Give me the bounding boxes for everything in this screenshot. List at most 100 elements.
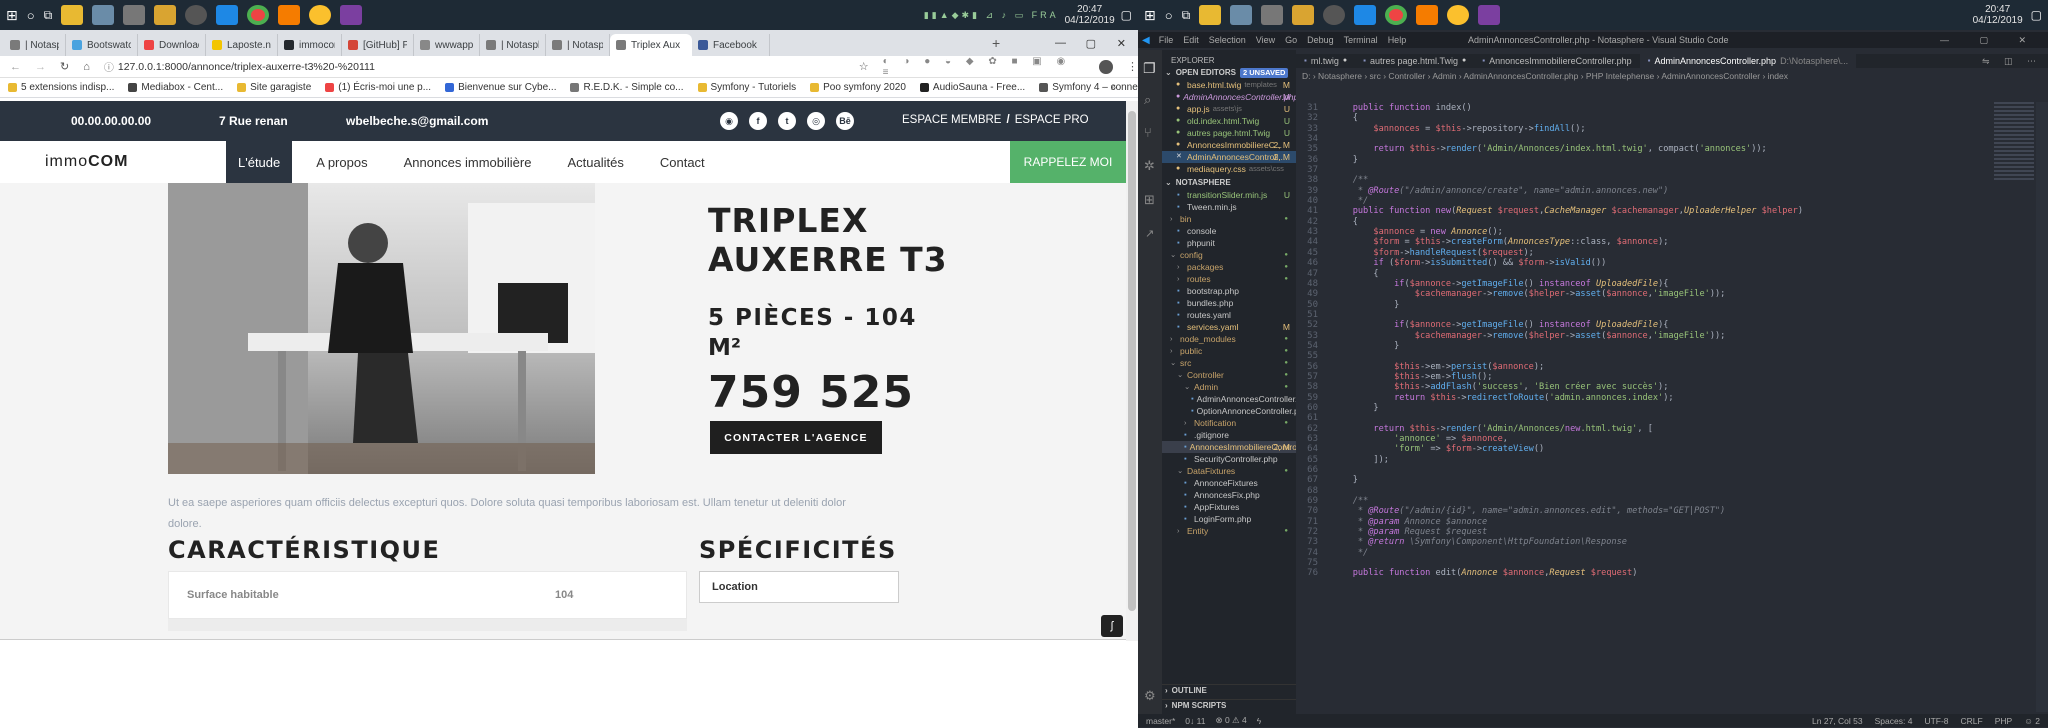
new-tab-icon[interactable]: +: [992, 35, 1000, 51]
menu-item[interactable]: Debug: [1307, 35, 1334, 45]
tree-item[interactable]: ▪ console: [1162, 225, 1296, 237]
source-control-icon[interactable]: ⑂: [1144, 125, 1152, 140]
debug-icon[interactable]: ✲: [1144, 158, 1155, 174]
open-editor-item[interactable]: ● AnnoncesImmobiliereC... 2, M: [1162, 139, 1296, 151]
remote-icon[interactable]: ↗: [1145, 227, 1154, 240]
menu-item[interactable]: Selection: [1209, 35, 1246, 45]
file-explorer-icon-2[interactable]: [1199, 5, 1222, 25]
app-icon-8[interactable]: [1478, 5, 1501, 25]
editor-actions-icons[interactable]: ⇋ ◫ ⋯: [1982, 56, 2042, 67]
menu-item[interactable]: Help: [1388, 35, 1407, 45]
settings-gear-icon[interactable]: ⚙: [1144, 688, 1156, 704]
tree-item[interactable]: ▪ bootstrap.php: [1162, 285, 1296, 297]
menu-item[interactable]: View: [1256, 35, 1275, 45]
browser-tab[interactable]: | Notasphe: [480, 34, 546, 56]
nav-item-annonces[interactable]: Annonces immobilière: [392, 141, 544, 183]
app-icon-4[interactable]: [340, 5, 363, 25]
bookmark-item[interactable]: Mediabox - Cent...: [128, 82, 223, 93]
nav-item-apropos[interactable]: A propos: [304, 141, 379, 183]
tree-item[interactable]: ▪ AppFixtures: [1162, 501, 1296, 513]
outline-header[interactable]: › OUTLINE: [1162, 684, 1296, 696]
tree-item[interactable]: ⌄ config ●: [1162, 249, 1296, 261]
task-view-icon-2[interactable]: ⧉: [1182, 8, 1191, 23]
app-icon-7[interactable]: [1416, 5, 1439, 25]
tree-item[interactable]: ⌄ DataFixtures ●: [1162, 465, 1296, 477]
clock-2[interactable]: 20:47 04/12/2019: [1973, 4, 2023, 26]
extensions-icon[interactable]: ⊞: [1144, 192, 1155, 208]
tree-item[interactable]: ▪ phpunit: [1162, 237, 1296, 249]
notification-icon[interactable]: ▢: [1121, 8, 1132, 22]
bookmark-item[interactable]: Symfony - Tutoriels: [697, 82, 796, 93]
menu-item[interactable]: Go: [1285, 35, 1297, 45]
home-icon[interactable]: ⌂: [83, 61, 90, 73]
tree-item[interactable]: ▪AdminAnnoncesController.php: [1162, 393, 1296, 405]
vscode-icon-2[interactable]: [1354, 5, 1377, 25]
tree-item[interactable]: › node_modules ●: [1162, 333, 1296, 345]
browser-tab[interactable]: wwwapps: [414, 34, 480, 56]
more-bookmarks-icon[interactable]: »: [1110, 82, 1116, 93]
tree-item[interactable]: ▪ AnnonceFixtures: [1162, 477, 1296, 489]
project-header[interactable]: ⌄ NOTASPHERE: [1162, 177, 1296, 189]
clock[interactable]: 20:47 04/12/2019: [1065, 4, 1115, 26]
menu-item[interactable]: File: [1159, 35, 1174, 45]
explorer-activity-icon[interactable]: ❐: [1143, 60, 1156, 77]
bookmark-item[interactable]: Site garagiste: [237, 82, 311, 93]
code-editor[interactable]: 31 public function index() 32 {33 $annonc…: [1296, 102, 2048, 712]
app-icon-6[interactable]: [1261, 5, 1284, 25]
call-me-button[interactable]: RAPPELEZ MOI: [1010, 141, 1126, 183]
app-icon-1[interactable]: [92, 5, 115, 25]
git-sync[interactable]: 0↓ 11: [1185, 716, 1205, 726]
forward-icon[interactable]: →: [35, 61, 46, 73]
search-icon-2[interactable]: ○: [1165, 8, 1173, 23]
tree-item[interactable]: ▪ AnnoncesImmobiliereControl... 2, M: [1162, 441, 1296, 453]
chat-icon[interactable]: [185, 5, 208, 25]
open-editor-item[interactable]: ● AdminAnnoncesController.php M: [1162, 91, 1296, 103]
minimize-icon[interactable]: —: [1055, 37, 1066, 49]
behance-icon[interactable]: Bē: [836, 112, 854, 130]
indentation[interactable]: Spaces: 4: [1875, 716, 1913, 726]
close-icon[interactable]: ✕: [1117, 37, 1126, 50]
bookmark-item[interactable]: Symfony 4 – conne...: [1039, 82, 1138, 93]
chrome-icon[interactable]: [247, 5, 270, 25]
dribbble-icon[interactable]: ◎: [807, 112, 825, 130]
browser-tab[interactable]: Laposte.ne: [206, 34, 278, 56]
open-editor-item[interactable]: ● old.index.html.Twig U: [1162, 115, 1296, 127]
language-mode[interactable]: PHP: [1995, 716, 2012, 726]
vscode-icon[interactable]: [216, 5, 239, 25]
scrollbar-thumb[interactable]: [1128, 111, 1136, 611]
tree-item[interactable]: ▪ SecurityController.php: [1162, 453, 1296, 465]
tree-item[interactable]: ⌄ Admin ●: [1162, 381, 1296, 393]
notification-icon-2[interactable]: ▢: [2031, 8, 2042, 22]
menu-icon[interactable]: ⋮: [1127, 60, 1138, 73]
windows-start-icon-2[interactable]: ⊞: [1144, 7, 1156, 24]
nav-item-contact[interactable]: Contact: [648, 141, 717, 183]
profile-avatar[interactable]: [1099, 59, 1113, 74]
tree-item[interactable]: › packages ●: [1162, 261, 1296, 273]
feedback-count[interactable]: ☺ 2: [2024, 716, 2040, 726]
symfony-toolbar-icon[interactable]: ʃ: [1101, 615, 1123, 637]
tray-icons[interactable]: ▮▮▲◆✱▮ ⊿ ♪ ▭ FRA: [924, 10, 1059, 21]
tree-item[interactable]: ▪ .gitignore: [1162, 429, 1296, 441]
tree-item[interactable]: › public ●: [1162, 345, 1296, 357]
tree-item[interactable]: ▪ transitionSlider.min.js U: [1162, 189, 1296, 201]
app-icon-5[interactable]: [1230, 5, 1253, 25]
open-editors-header[interactable]: ⌄ OPEN EDITORS 2 UNSAVED: [1162, 67, 1296, 79]
page-scrollbar[interactable]: [1126, 101, 1138, 641]
open-editor-item[interactable]: ● app.js assets\js U: [1162, 103, 1296, 115]
browser-tab[interactable]: Facebook: [692, 34, 770, 56]
twitter-icon[interactable]: t: [778, 112, 796, 130]
facebook-icon[interactable]: f: [749, 112, 767, 130]
chrome-icon-3[interactable]: [1385, 5, 1408, 25]
tree-item[interactable]: › Notification ●: [1162, 417, 1296, 429]
tree-item[interactable]: ▪ Tween.min.js: [1162, 201, 1296, 213]
app-icon-3[interactable]: [278, 5, 301, 25]
search-activity-icon[interactable]: ⌕: [1144, 92, 1151, 108]
breadcrumb[interactable]: D: › Notasphere › src › Controller › Adm…: [1296, 71, 2048, 84]
editor-tab[interactable]: ▪ AnnoncesImmobiliereController.php: [1474, 54, 1639, 68]
editor-tab[interactable]: ▪ autres page.html.Twig ●: [1355, 54, 1474, 68]
bookmark-item[interactable]: R.E.D.K. - Simple co...: [570, 82, 684, 93]
minimap[interactable]: [1994, 102, 2034, 182]
url-input[interactable]: 127.0.0.1:8000/annonce/triplex-auxerre-t…: [118, 61, 845, 73]
browser-tab[interactable]: immocom/: [278, 34, 342, 56]
chrome-icon-4[interactable]: [1447, 5, 1470, 25]
